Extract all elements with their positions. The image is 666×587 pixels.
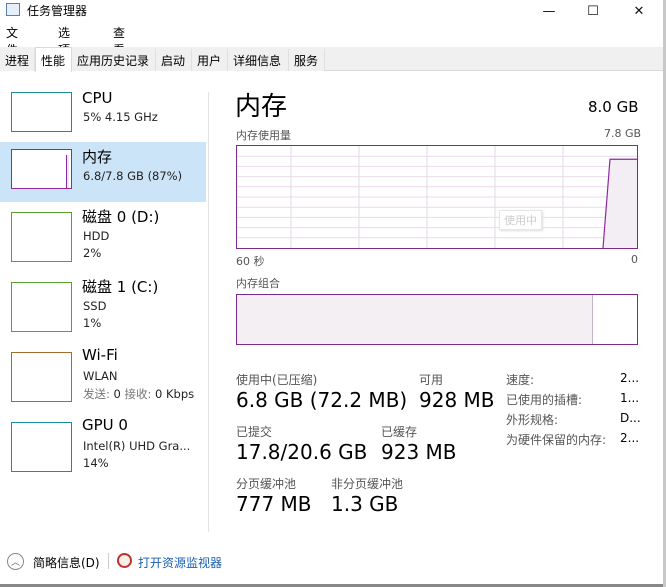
tab-bar: 进程 性能 应用历史记录 启动 用户 详细信息 服务 — [0, 47, 666, 72]
available-value: 928 MB — [419, 388, 495, 412]
tab-performance[interactable]: 性能 — [35, 47, 72, 72]
spec-form-factor-value: D... — [620, 411, 641, 425]
graph-tooltip: 使用中 — [499, 210, 542, 230]
sidebar-item-label: GPU 0 — [82, 416, 128, 434]
sidebar-item-wifi[interactable]: Wi-Fi WLAN 发送: 0 接收: 0 Kbps — [0, 342, 206, 402]
sidebar-item-label: CPU — [82, 89, 113, 107]
footer-separator — [108, 553, 109, 569]
tab-services[interactable]: 服务 — [289, 49, 325, 71]
memory-composition-bar — [236, 294, 638, 345]
page-title: 内存 — [235, 92, 288, 122]
usage-graph-label: 内存使用量 — [236, 129, 291, 142]
paged-pool-label: 分页缓冲池 — [236, 477, 297, 491]
maximize-button[interactable]: ☐ — [570, 0, 616, 22]
composition-in-use-segment — [237, 295, 593, 344]
cpu-thumbnail-graph — [11, 92, 72, 132]
window-title: 任务管理器 — [27, 4, 88, 18]
gpu-usage: 14% — [83, 456, 109, 470]
receive-value: 0 Kbps — [155, 387, 195, 401]
committed-value: 17.8/20.6 GB — [236, 440, 368, 464]
tab-processes[interactable]: 进程 — [0, 49, 35, 71]
close-button[interactable]: ✕ — [616, 0, 662, 22]
disk-usage: 1% — [83, 316, 102, 330]
total-memory: 8.0 GB — [588, 98, 639, 116]
pane-divider[interactable] — [208, 92, 209, 532]
task-manager-icon — [6, 3, 20, 16]
tab-app-history[interactable]: 应用历史记录 — [72, 49, 156, 71]
composition-label: 内存组合 — [236, 277, 280, 290]
in-use-label: 使用中(已压缩) — [236, 373, 318, 387]
sidebar-item-cpu[interactable]: CPU 5% 4.15 GHz — [0, 85, 206, 145]
gpu-model: Intel(R) UHD Gra... — [83, 439, 191, 453]
sidebar-item-gpu[interactable]: GPU 0 Intel(R) UHD Gra... 14% — [0, 412, 206, 472]
paged-pool-value: 777 MB — [236, 492, 312, 516]
open-resource-monitor-link[interactable]: 打开资源监视器 — [138, 554, 222, 571]
usage-graph-max: 7.8 GB — [604, 127, 642, 140]
sidebar-item-disk-0[interactable]: 磁盘 0 (D:) HDD 2% — [0, 202, 206, 262]
resource-monitor-icon — [117, 553, 132, 568]
tab-startup[interactable]: 启动 — [156, 49, 192, 71]
spec-speed-label: 速度: — [506, 373, 535, 387]
committed-label: 已提交 — [236, 425, 273, 439]
disk-type: HDD — [83, 229, 110, 243]
sidebar-item-label: 磁盘 1 (C:) — [82, 278, 159, 296]
disk-type: SSD — [83, 299, 107, 313]
cached-value: 923 MB — [381, 440, 457, 464]
send-label: 发送: — [83, 387, 110, 401]
disk0-thumbnail-graph — [11, 212, 72, 262]
sidebar-item-label: 内存 — [82, 148, 113, 166]
graph-canvas — [237, 146, 637, 248]
cpu-usage-text: 5% 4.15 GHz — [83, 110, 158, 124]
chevron-up-icon[interactable]: ︿ — [7, 553, 24, 570]
tab-users[interactable]: 用户 — [192, 49, 228, 71]
gpu-thumbnail-graph — [11, 422, 72, 472]
available-label: 可用 — [419, 373, 444, 387]
graph-usage-area — [603, 159, 637, 248]
nonpaged-pool-label: 非分页缓冲池 — [331, 477, 404, 491]
send-value: 0 — [113, 387, 121, 401]
graph-x-left: 60 秒 — [236, 255, 265, 268]
spec-slots-label: 已使用的插槽: — [506, 393, 583, 407]
title-bar: 任务管理器 — ☐ ✕ — [0, 0, 666, 22]
spec-reserved-value: 2... — [620, 431, 640, 445]
spec-reserved-label: 为硬件保留的内存: — [506, 433, 607, 447]
sidebar-item-memory[interactable]: 内存 6.8/7.8 GB (87%) — [0, 142, 206, 202]
minimize-button[interactable]: — — [526, 0, 572, 22]
cached-label: 已缓存 — [381, 425, 418, 439]
spec-speed-value: 2... — [620, 371, 640, 385]
in-use-value: 6.8 GB (72.2 MB) — [236, 388, 408, 412]
wifi-adapter: WLAN — [83, 369, 118, 383]
tab-details[interactable]: 详细信息 — [228, 49, 289, 71]
memory-thumbnail-graph — [11, 149, 72, 189]
memory-usage-graph: 使用中 — [236, 145, 638, 249]
wifi-throughput: 发送: 0 接收: 0 Kbps — [83, 386, 194, 402]
sidebar-item-label: 磁盘 0 (D:) — [82, 208, 160, 226]
disk1-thumbnail-graph — [11, 282, 72, 332]
spec-form-factor-label: 外形规格: — [506, 413, 559, 427]
disk-usage: 2% — [83, 246, 102, 260]
graph-x-right: 0 — [631, 253, 638, 266]
nonpaged-pool-value: 1.3 GB — [331, 492, 399, 516]
spec-slots-value: 1... — [620, 391, 640, 405]
receive-label: 接收: — [124, 387, 152, 401]
brief-info-button[interactable]: 简略信息(D) — [33, 554, 100, 571]
memory-usage-text: 6.8/7.8 GB (87%) — [83, 169, 183, 183]
sidebar-item-disk-1[interactable]: 磁盘 1 (C:) SSD 1% — [0, 272, 206, 332]
wifi-thumbnail-graph — [11, 352, 72, 402]
sidebar-item-label: Wi-Fi — [82, 346, 118, 364]
